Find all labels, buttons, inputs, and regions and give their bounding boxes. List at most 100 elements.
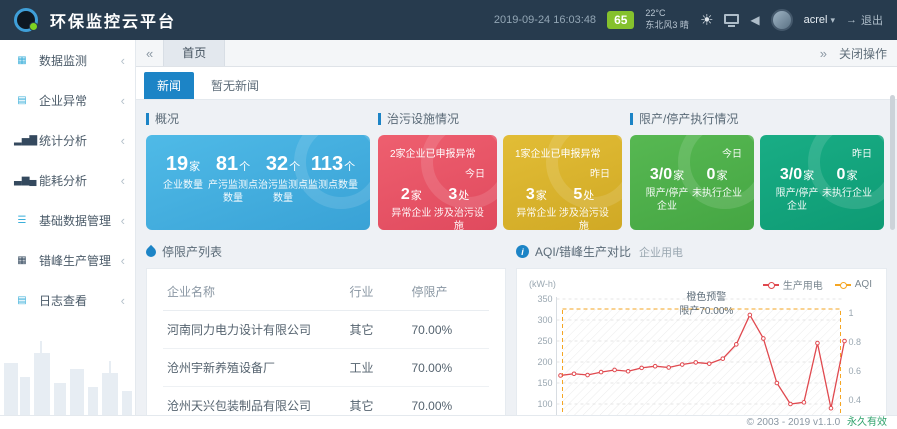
tab-home[interactable]: 首页 bbox=[163, 40, 225, 66]
legend-aqi[interactable]: AQI bbox=[835, 277, 872, 292]
tab-bar: « 首页 » 关闭操作 bbox=[136, 40, 897, 67]
copyright-label: © 2003 - 2019 v1.1.0 bbox=[747, 417, 841, 428]
stat-noncompliant-enterprises: 0家 未执行企业 bbox=[692, 165, 742, 213]
column-header: 停限产 bbox=[407, 273, 489, 311]
column-header: 企业名称 bbox=[163, 273, 346, 311]
tab-no-news[interactable]: 暂无新闻 bbox=[198, 72, 272, 99]
stat-panels-row: 概况 19家 企业数量 81个 产污监测点数量 32个 治污监测点数量 bbox=[136, 100, 897, 230]
title-bar-icon bbox=[630, 113, 633, 125]
tab-news[interactable]: 新闻 bbox=[144, 72, 194, 99]
table-row[interactable]: 河南同力电力设计有限公司其它70.00% bbox=[163, 311, 489, 349]
sidebar-item-label: 统计分析 bbox=[39, 132, 112, 149]
svg-text:350: 350 bbox=[537, 294, 552, 304]
stat-limited-enterprises: 3/0家 限产/停产企业 bbox=[772, 165, 822, 213]
stop-list-title: 停限产列表 bbox=[146, 243, 506, 260]
facility-section: 治污设施情况 2家企业已申报异常 今日 2家 异常企业 3处 bbox=[378, 110, 622, 230]
chevron-left-icon: ‹ bbox=[121, 133, 125, 148]
period-label: 昨日 bbox=[852, 145, 872, 160]
sidebar-item-statistic-analysis[interactable]: ▂▅▇ 统计分析 ‹ bbox=[0, 120, 135, 160]
svg-text:1: 1 bbox=[849, 308, 854, 318]
y-axis-unit-label: (kW-h) bbox=[529, 279, 556, 289]
table-row[interactable]: 沧州天兴包装制品有限公司其它70.00% bbox=[163, 387, 489, 416]
facility-card-header: 1家企业已申报异常 bbox=[515, 145, 601, 160]
sidebar: ▦数据监测‹▤企业异常‹▂▅▇统计分析‹▃▆▄能耗分析‹☰基础数据管理‹▦错峰生… bbox=[0, 40, 136, 415]
sidebar-item-label: 基础数据管理 bbox=[39, 212, 112, 229]
weather-info: 22°C 东北风3 晴 bbox=[645, 8, 689, 31]
info-icon: i bbox=[516, 245, 529, 258]
logout-button[interactable]: → 退出 bbox=[846, 12, 883, 28]
logout-label: 退出 bbox=[861, 12, 883, 28]
svg-text:250: 250 bbox=[537, 336, 552, 346]
sidebar-item-data-monitoring[interactable]: ▦数据监测‹ bbox=[0, 40, 135, 80]
sun-weather-icon: ☀ bbox=[700, 13, 713, 28]
aqi-panel-title: i AQI/错峰生产对比 企业用电 bbox=[516, 243, 887, 260]
caret-down-icon: ▾ bbox=[830, 15, 835, 26]
facility-card-today: 2家企业已申报异常 今日 2家 异常企业 3处 涉及治污设施 bbox=[378, 135, 497, 230]
production-card-yesterday: 昨日 3/0家 限产/停产企业 0家 未执行企业 bbox=[760, 135, 884, 230]
stat-pollution-points: 81个 产污监测点数量 bbox=[208, 153, 258, 205]
overview-title: 概况 bbox=[146, 110, 370, 127]
bar-chart-icon: ▂▅▇ bbox=[14, 135, 30, 146]
chevron-left-icon: ‹ bbox=[121, 213, 125, 228]
sidebar-item-label: 数据监测 bbox=[39, 52, 112, 69]
legend-production[interactable]: 生产用电 bbox=[763, 277, 823, 292]
facility-card-header: 2家企业已申报异常 bbox=[390, 145, 476, 160]
period-label: 今日 bbox=[722, 145, 742, 160]
svg-text:0.4: 0.4 bbox=[849, 395, 862, 405]
schedule-icon: ▦ bbox=[14, 255, 30, 266]
header-datetime: 2019-09-24 16:03:48 bbox=[494, 14, 596, 26]
sidebar-item-energy-analysis[interactable]: ▃▆▄能耗分析‹ bbox=[0, 160, 135, 200]
stat-involved-facilities: 3处 涉及治污设施 bbox=[433, 185, 485, 230]
speaker-icon[interactable]: ◀ bbox=[750, 13, 759, 27]
stat-involved-facilities: 5处 涉及治污设施 bbox=[558, 185, 610, 230]
sidebar-item-label: 能耗分析 bbox=[39, 172, 112, 189]
document-alert-icon: ▤ bbox=[14, 95, 30, 106]
stat-monitor-points: 113个 监测点数量 bbox=[308, 153, 358, 205]
aqi-panel-subtitle: 企业用电 bbox=[639, 244, 683, 260]
chart-legend: 生产用电 AQI bbox=[763, 277, 872, 292]
limit-percentage: 70.00% bbox=[407, 349, 489, 387]
close-operations-button[interactable]: 关闭操作 bbox=[839, 45, 887, 62]
footer: © 2003 - 2019 v1.1.0 永久有效 bbox=[0, 415, 897, 429]
user-menu[interactable]: acrel ▾ bbox=[804, 14, 835, 26]
wind-label: 东北风3 晴 bbox=[645, 20, 689, 32]
sidebar-item-offpeak-production[interactable]: ▦错峰生产管理‹ bbox=[0, 240, 135, 280]
stop-list-section: 停限产列表 企业名称行业停限产 河南同力电力设计有限公司其它70.00%沧州宇新… bbox=[146, 243, 506, 415]
news-tab-bar: 新闻 暂无新闻 bbox=[136, 67, 897, 100]
scroll-tabs-right-icon[interactable]: » bbox=[820, 46, 827, 61]
warning-annotation: 橙色预警 限产70.00% bbox=[679, 291, 733, 318]
username-label: acrel bbox=[804, 14, 828, 26]
sidebar-item-basic-data-management[interactable]: ☰ 基础数据管理 ‹ bbox=[0, 200, 135, 240]
legend-line-icon bbox=[835, 284, 851, 286]
avatar[interactable] bbox=[771, 9, 793, 31]
validity-label: 永久有效 bbox=[847, 417, 887, 428]
limit-percentage: 70.00% bbox=[407, 311, 489, 349]
droplet-icon bbox=[144, 244, 158, 258]
production-card-today: 今日 3/0家 限产/停产企业 0家 未执行企业 bbox=[630, 135, 754, 230]
calendar-grid-icon: ▦ bbox=[14, 55, 30, 66]
svg-text:200: 200 bbox=[537, 357, 552, 367]
scroll-tabs-left-icon[interactable]: « bbox=[146, 46, 153, 61]
column-header: 行业 bbox=[346, 273, 408, 311]
monitor-icon[interactable] bbox=[724, 14, 739, 24]
industry: 其它 bbox=[346, 387, 408, 416]
table-row[interactable]: 沧州宇新养殖设备厂工业70.00% bbox=[163, 349, 489, 387]
lower-row: 停限产列表 企业名称行业停限产 河南同力电力设计有限公司其它70.00%沧州宇新… bbox=[136, 230, 897, 415]
svg-text:0.6: 0.6 bbox=[849, 366, 862, 376]
sidebar-item-label: 企业异常 bbox=[39, 92, 112, 109]
energy-chart-icon: ▃▆▄ bbox=[14, 175, 30, 186]
sidebar-item-enterprise-abnormal[interactable]: ▤企业异常‹ bbox=[0, 80, 135, 120]
legend-line-icon bbox=[763, 284, 779, 286]
app-header: 环保监控云平台 2019-09-24 16:03:48 65 22°C 东北风3… bbox=[0, 0, 897, 40]
stat-abnormal-enterprises: 2家 异常企业 bbox=[390, 185, 433, 230]
production-section: 限产/停产执行情况 今日 3/0家 限产/停产企业 0家 未执行企业 bbox=[630, 110, 884, 230]
vertical-scrollbar[interactable] bbox=[890, 95, 895, 230]
svg-text:150: 150 bbox=[537, 378, 552, 388]
sidebar-nav: ▦数据监测‹▤企业异常‹▂▅▇统计分析‹▃▆▄能耗分析‹☰基础数据管理‹▦错峰生… bbox=[0, 40, 135, 320]
sidebar-item-label: 日志查看 bbox=[39, 292, 112, 309]
aqi-compare-section: i AQI/错峰生产对比 企业用电 (kW-h) 生产用电 AQI bbox=[516, 243, 887, 415]
sidebar-item-log-view[interactable]: ▤日志查看‹ bbox=[0, 280, 135, 320]
database-icon: ☰ bbox=[14, 215, 30, 226]
company-name: 沧州天兴包装制品有限公司 bbox=[163, 387, 346, 416]
stat-treatment-points: 32个 治污监测点数量 bbox=[258, 153, 308, 205]
